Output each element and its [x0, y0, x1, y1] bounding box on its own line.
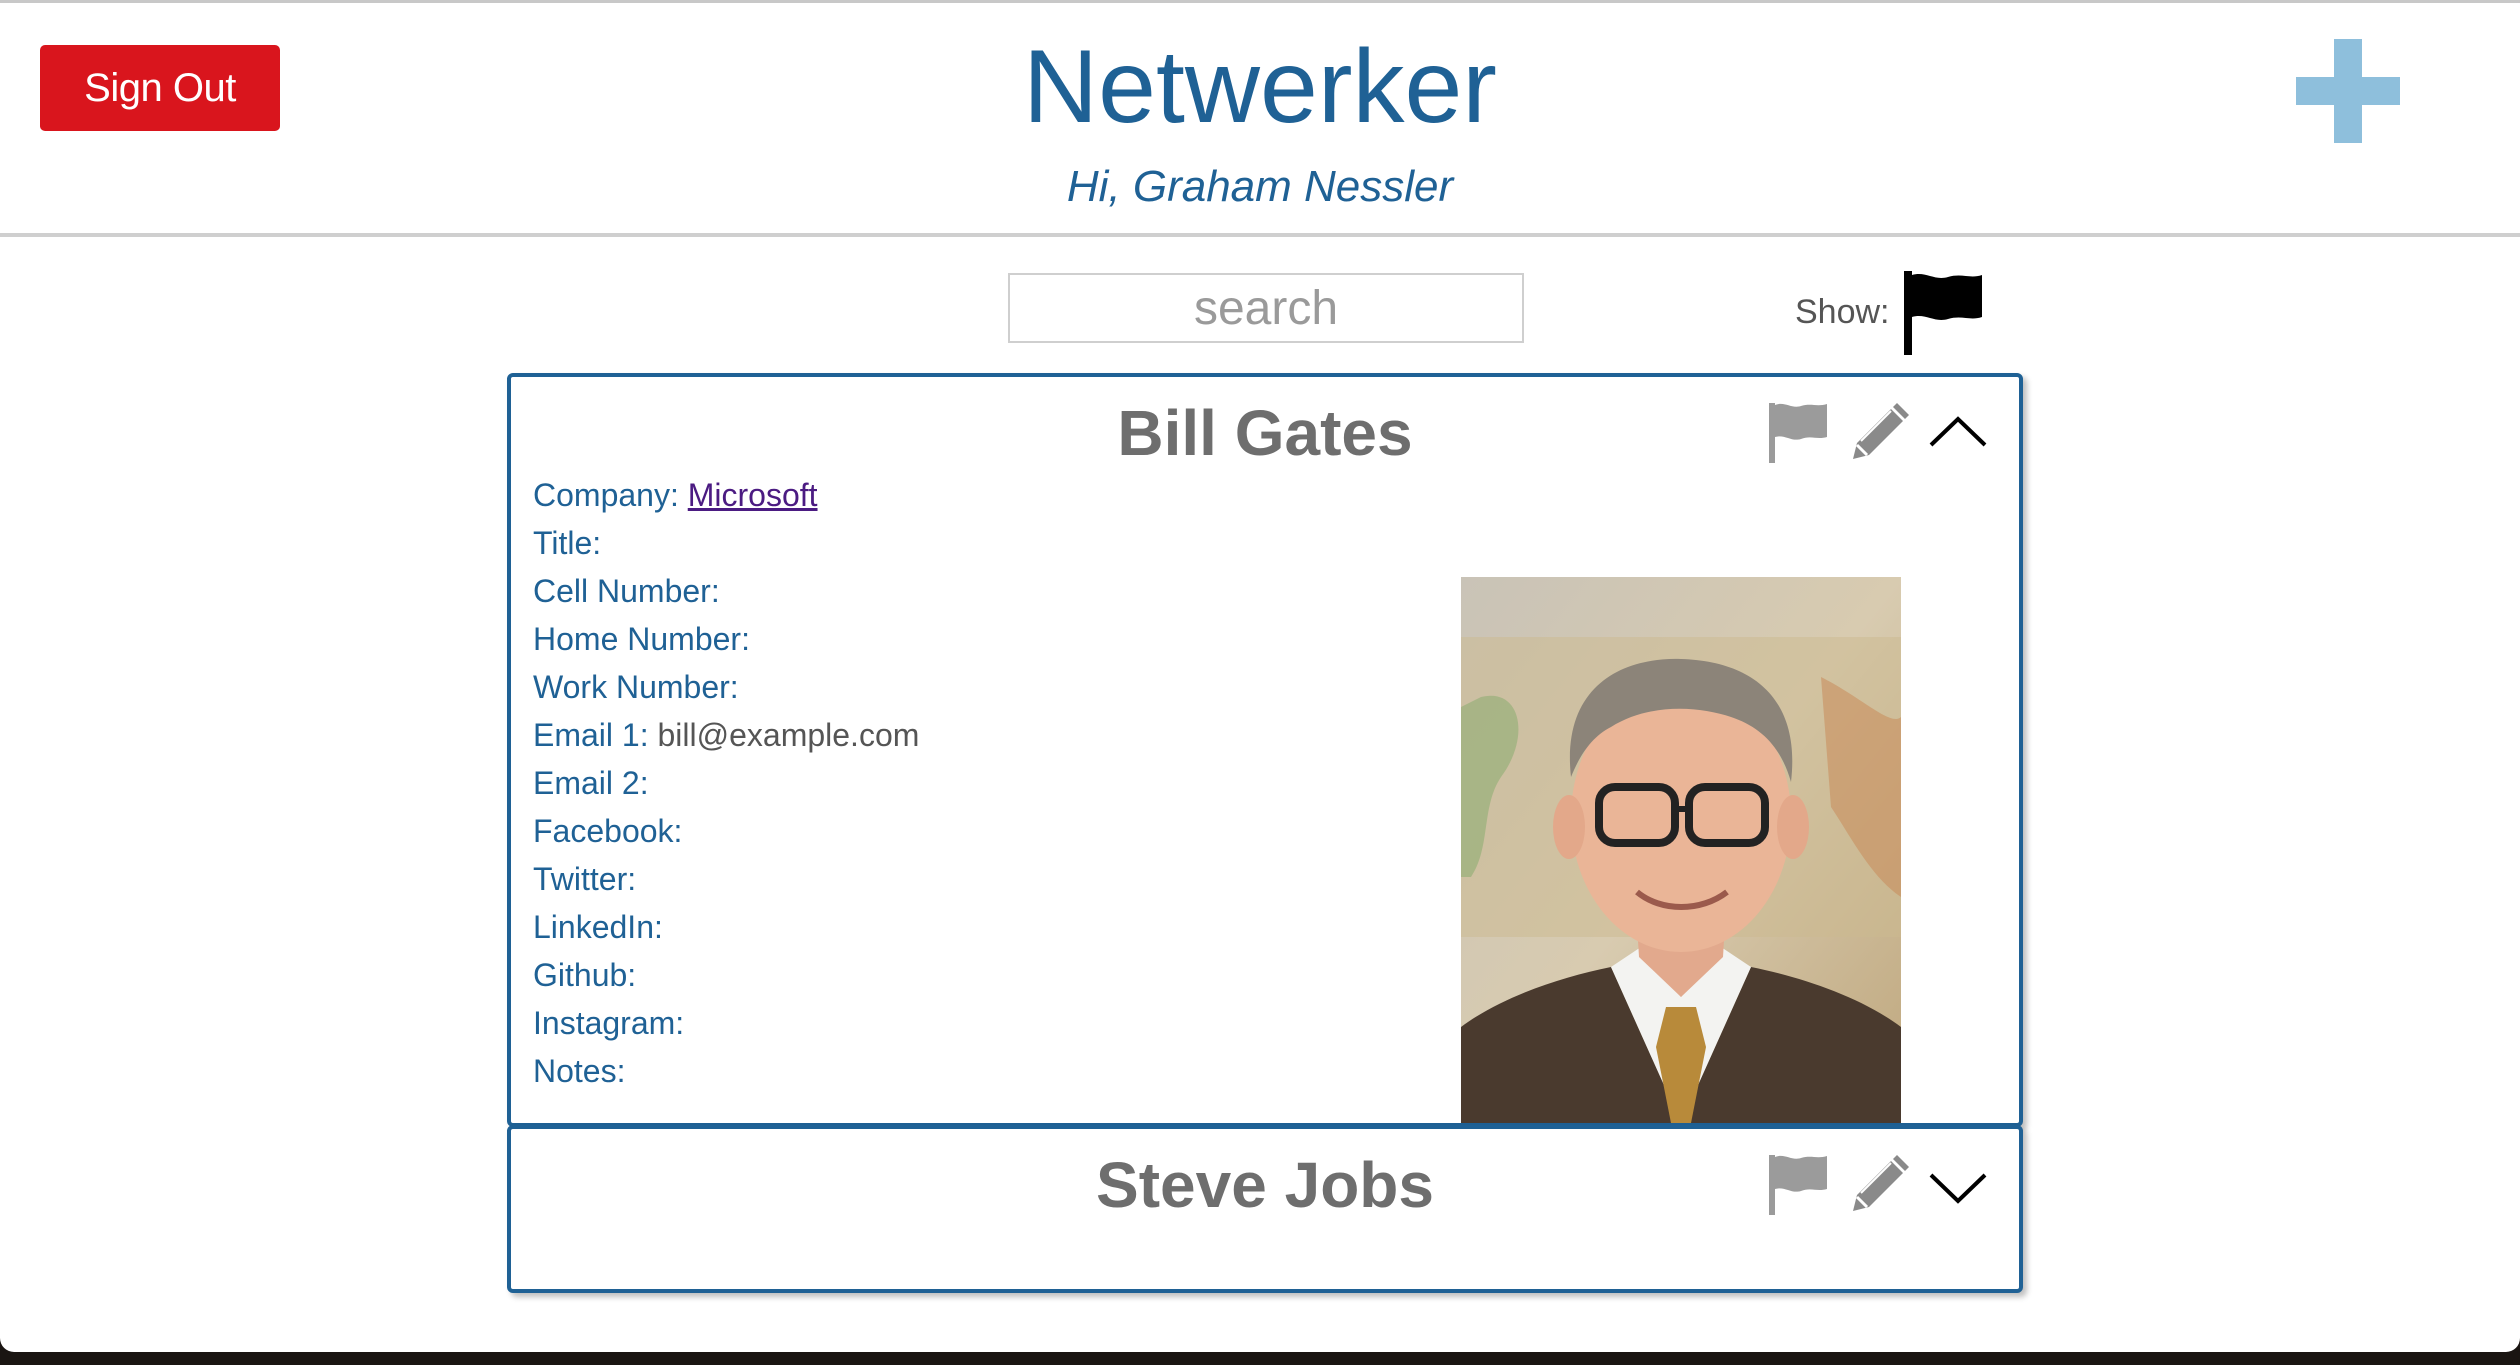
field-facebook: Facebook: [533, 813, 683, 849]
app-page: Sign Out Netwerker Hi, Graham Nessler Sh… [0, 0, 2520, 1352]
field-notes: Notes: [533, 1053, 626, 1089]
chevron-up-icon[interactable] [1927, 401, 1989, 465]
flag-icon[interactable] [1900, 271, 1990, 355]
pencil-icon[interactable] [1847, 401, 1909, 465]
contact-details: Company: Microsoft Title: Cell Number: H… [533, 471, 1433, 1095]
field-email-2: Email 2: [533, 765, 649, 801]
card-actions [1767, 1151, 1989, 1219]
portrait-photo [1461, 577, 1901, 1123]
email-1-value: bill@example.com [657, 717, 920, 753]
field-title: Title: [533, 525, 602, 561]
field-cell-number: Cell Number: [533, 573, 720, 609]
flag-outline-icon[interactable] [1767, 401, 1829, 465]
flag-outline-icon[interactable] [1767, 1153, 1829, 1217]
greeting-text: Hi, Graham Nessler [1066, 162, 1454, 211]
show-label: Show: [1795, 293, 1890, 331]
field-email-1: Email 1: bill@example.com [533, 717, 920, 753]
field-twitter: Twitter: [533, 861, 637, 897]
header: Sign Out Netwerker Hi, Graham Nessler [0, 3, 2520, 237]
chevron-down-icon[interactable] [1927, 1153, 1989, 1217]
pencil-icon[interactable] [1847, 1153, 1909, 1217]
contact-card: Bill Gates Company: Microsoft Title: Cel… [507, 373, 2023, 1127]
field-github: Github: [533, 957, 637, 993]
app-title: Netwerker [1023, 29, 1497, 145]
field-instagram: Instagram: [533, 1005, 685, 1041]
contact-card: Steve Jobs [507, 1125, 2023, 1293]
field-company: Company: Microsoft [533, 477, 818, 513]
card-actions [1767, 399, 1989, 467]
company-link[interactable]: Microsoft [688, 477, 818, 513]
field-work-number: Work Number: [533, 669, 739, 705]
search-input[interactable] [1008, 273, 1524, 343]
field-linkedin: LinkedIn: [533, 909, 663, 945]
field-home-number: Home Number: [533, 621, 750, 657]
plus-icon[interactable] [2296, 39, 2400, 143]
